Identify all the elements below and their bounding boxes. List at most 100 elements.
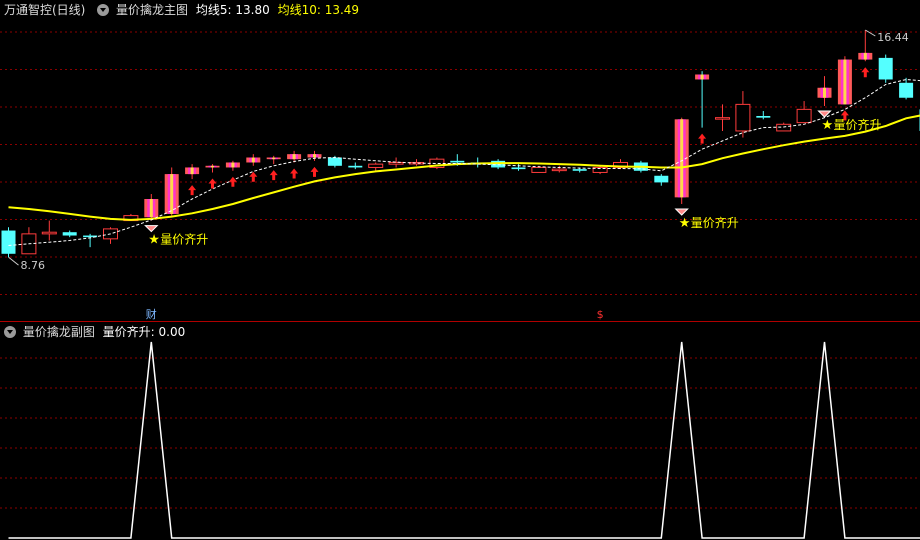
candle-core [843, 59, 847, 105]
candle-body [715, 117, 730, 120]
star-icon: ★ [679, 216, 691, 231]
candles [1, 30, 920, 258]
buy-arrows [188, 67, 870, 196]
sub-grid [0, 357, 920, 509]
candle-body [735, 103, 751, 132]
max-price-label: 16.44 [877, 31, 909, 44]
candle-body [531, 166, 547, 173]
sub-header: 量价擒龙副图 量价齐升: 0.00 [0, 322, 189, 342]
candle [185, 164, 200, 180]
ma10-value: 均线10: 13.49 [277, 3, 360, 17]
candle [715, 104, 730, 131]
diamond-icon [674, 208, 689, 216]
candle [613, 159, 628, 170]
candle [899, 77, 914, 100]
event-marker[interactable]: $ [597, 308, 604, 321]
candle-core [823, 87, 826, 98]
min-price-pointer [8, 256, 19, 266]
signal-label: 量价齐升 [160, 232, 208, 247]
collapse-icon[interactable] [97, 4, 110, 16]
up-arrow-icon [698, 133, 707, 144]
candle-body [572, 169, 587, 171]
candle [225, 160, 240, 171]
candle [246, 154, 261, 166]
main-indicator-name[interactable]: 量价擒龙主图 [116, 3, 188, 17]
up-arrow-icon [208, 178, 217, 189]
candle [817, 76, 832, 107]
candle [735, 91, 751, 138]
up-arrow-icon [861, 67, 870, 78]
candle [878, 54, 893, 83]
candle-body [450, 160, 465, 163]
up-arrow-icon [290, 168, 299, 179]
candle-core [149, 199, 153, 218]
sub-indicator-chart[interactable] [0, 322, 920, 540]
candle-body [41, 231, 57, 235]
main-price-chart[interactable]: ★ 量价齐升★ 量价齐升★ 量价齐升16.448.76财 $ [0, 0, 920, 322]
candle-body [1, 230, 16, 254]
candle [21, 227, 37, 255]
candle [796, 101, 812, 124]
candle-body [756, 115, 771, 118]
event-marker[interactable]: 财 [146, 307, 157, 321]
candle [695, 71, 710, 128]
signal-line [8, 341, 920, 539]
signal-labels: ★ 量价齐升★ 量价齐升★ 量价齐升 [144, 110, 882, 248]
candle [103, 227, 118, 244]
up-arrow-icon [269, 170, 278, 181]
candle [205, 164, 220, 173]
candle-body [327, 157, 342, 166]
stock-title[interactable]: 万通智控(日线) [4, 3, 85, 17]
candle [62, 230, 77, 238]
candle-body [551, 168, 567, 172]
ma5-line [8, 78, 920, 246]
candle-core [272, 157, 276, 160]
candle-body [348, 165, 363, 168]
candle [409, 159, 424, 166]
candle-body [368, 163, 384, 168]
candle [266, 155, 281, 165]
candle [592, 165, 608, 175]
candle-body [409, 161, 424, 165]
candle-core [700, 74, 704, 80]
candle [83, 233, 98, 248]
main-header: 万通智控(日线) 量价擒龙主图 均线5: 13.80 均线10: 13.49 [0, 0, 363, 20]
signal-label: 量价齐升 [834, 117, 882, 132]
star-icon: ★ [148, 233, 160, 248]
up-arrow-icon [228, 176, 237, 187]
candle-body [62, 232, 77, 236]
candle [144, 194, 159, 221]
candle-body [388, 161, 404, 165]
candle-core [863, 52, 867, 60]
candle [348, 162, 363, 170]
max-price-pointer [865, 29, 876, 37]
candle [1, 227, 16, 258]
diamond-icon [144, 225, 159, 233]
candle [551, 165, 567, 173]
candle [858, 30, 873, 62]
candle-body [899, 82, 914, 98]
signal-value: 量价齐升: 0.00 [102, 325, 186, 339]
candle-body [796, 108, 812, 124]
candle [388, 157, 404, 168]
up-arrow-icon [310, 166, 319, 177]
candle-core [251, 157, 255, 163]
candle [368, 162, 384, 171]
candle [164, 167, 179, 218]
candle-core [313, 154, 316, 158]
candle-core [190, 167, 194, 175]
sub-indicator-name[interactable]: 量价擒龙副图 [23, 325, 95, 339]
candle-core [680, 119, 684, 198]
star-icon: ★ [822, 118, 834, 133]
candle-body [654, 175, 669, 183]
candle [756, 111, 771, 120]
candle [41, 220, 57, 241]
signal-label: 量价齐升 [691, 215, 739, 230]
candle-core [292, 154, 296, 160]
up-arrow-icon [249, 171, 258, 182]
candle [654, 174, 669, 186]
ma5-value: 均线5: 13.80 [195, 3, 270, 17]
candle-core [231, 162, 235, 168]
up-arrow-icon [188, 185, 197, 196]
collapse-icon[interactable] [4, 326, 16, 338]
